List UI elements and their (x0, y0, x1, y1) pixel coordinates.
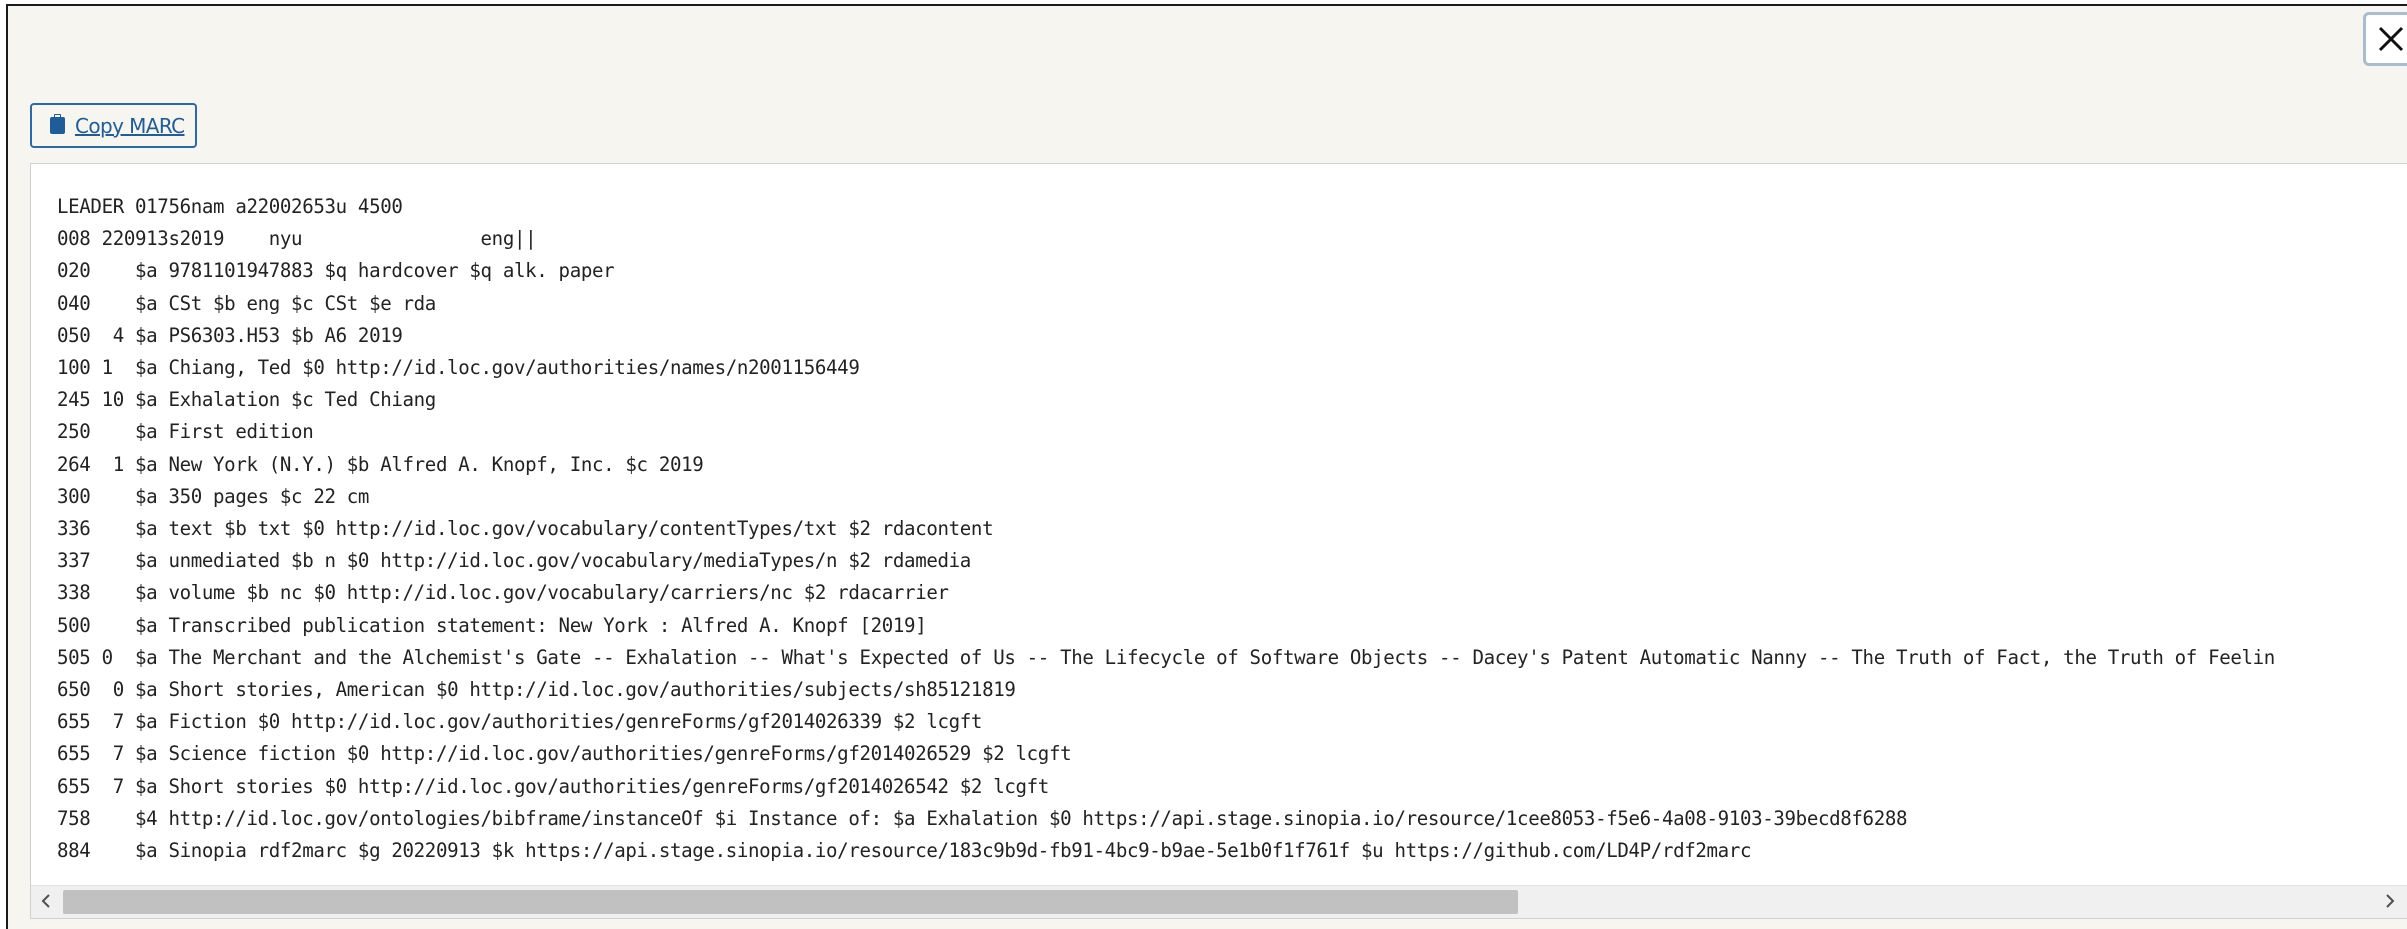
marc-field-line: 758 $4 http://id.loc.gov/ontologies/bibf… (57, 806, 1908, 830)
marc-record-panel[interactable]: LEADER 01756nam a22002653u 4500 008 22091… (30, 163, 2407, 919)
marc-field-line: 050 4 $a PS6303.H53 $b A6 2019 (57, 323, 403, 347)
marc-field-line: 500 $a Transcribed publication statement… (57, 613, 927, 637)
scrollbar-thumb[interactable] (63, 890, 1518, 914)
copy-marc-button[interactable]: Copy MARC (30, 103, 197, 148)
close-button[interactable] (2363, 12, 2407, 66)
clipboard-icon (50, 113, 65, 138)
marc-field-line: 300 $a 350 pages $c 22 cm (57, 484, 370, 508)
marc-modal: Copy MARC LEADER 01756nam a22002653u 450… (6, 4, 2407, 929)
marc-field-line: 250 $a First edition (57, 420, 314, 444)
marc-field-line: 650 0 $a Short stories, American $0 http… (57, 678, 1016, 702)
chevron-right-icon (2385, 893, 2395, 912)
marc-field-line: 020 $a 9781101947883 $q hardcover $q alk… (57, 259, 615, 283)
close-x-icon (2377, 25, 2405, 53)
marc-field-line: 655 7 $a Short stories $0 http://id.loc.… (57, 774, 1049, 798)
marc-field-line: 100 1 $a Chiang, Ted $0 http://id.loc.go… (57, 356, 860, 380)
marc-record-text: LEADER 01756nam a22002653u 4500 008 22091… (57, 191, 2275, 867)
marc-field-line: 264 1 $a New York (N.Y.) $b Alfred A. Kn… (57, 452, 704, 476)
marc-field-line: 338 $a volume $b nc $0 http://id.loc.gov… (57, 581, 949, 605)
scroll-left-button[interactable] (31, 886, 61, 918)
marc-field-line: 040 $a CSt $b eng $c CSt $e rda (57, 291, 436, 315)
scroll-right-button[interactable] (2375, 886, 2405, 918)
horizontal-scrollbar[interactable] (31, 885, 2407, 918)
marc-field-line: 505 0 $a The Merchant and the Alchemist'… (57, 645, 2275, 669)
marc-field-line: LEADER 01756nam a22002653u 4500 (57, 195, 403, 218)
copy-marc-label: Copy MARC (75, 113, 185, 138)
marc-field-line: 337 $a unmediated $b n $0 http://id.loc.… (57, 549, 971, 573)
marc-field-line: 655 7 $a Science fiction $0 http://id.lo… (57, 742, 1072, 766)
marc-field-line: 245 10 $a Exhalation $c Ted Chiang (57, 388, 436, 412)
marc-field-line: 336 $a text $b txt $0 http://id.loc.gov/… (57, 517, 994, 541)
marc-field-line: 884 $a Sinopia rdf2marc $g 20220913 $k h… (57, 839, 1752, 863)
chevron-left-icon (41, 893, 51, 912)
marc-field-line: 655 7 $a Fiction $0 http://id.loc.gov/au… (57, 710, 983, 734)
marc-field-line: 008 220913s2019 nyu eng|| (57, 227, 537, 251)
